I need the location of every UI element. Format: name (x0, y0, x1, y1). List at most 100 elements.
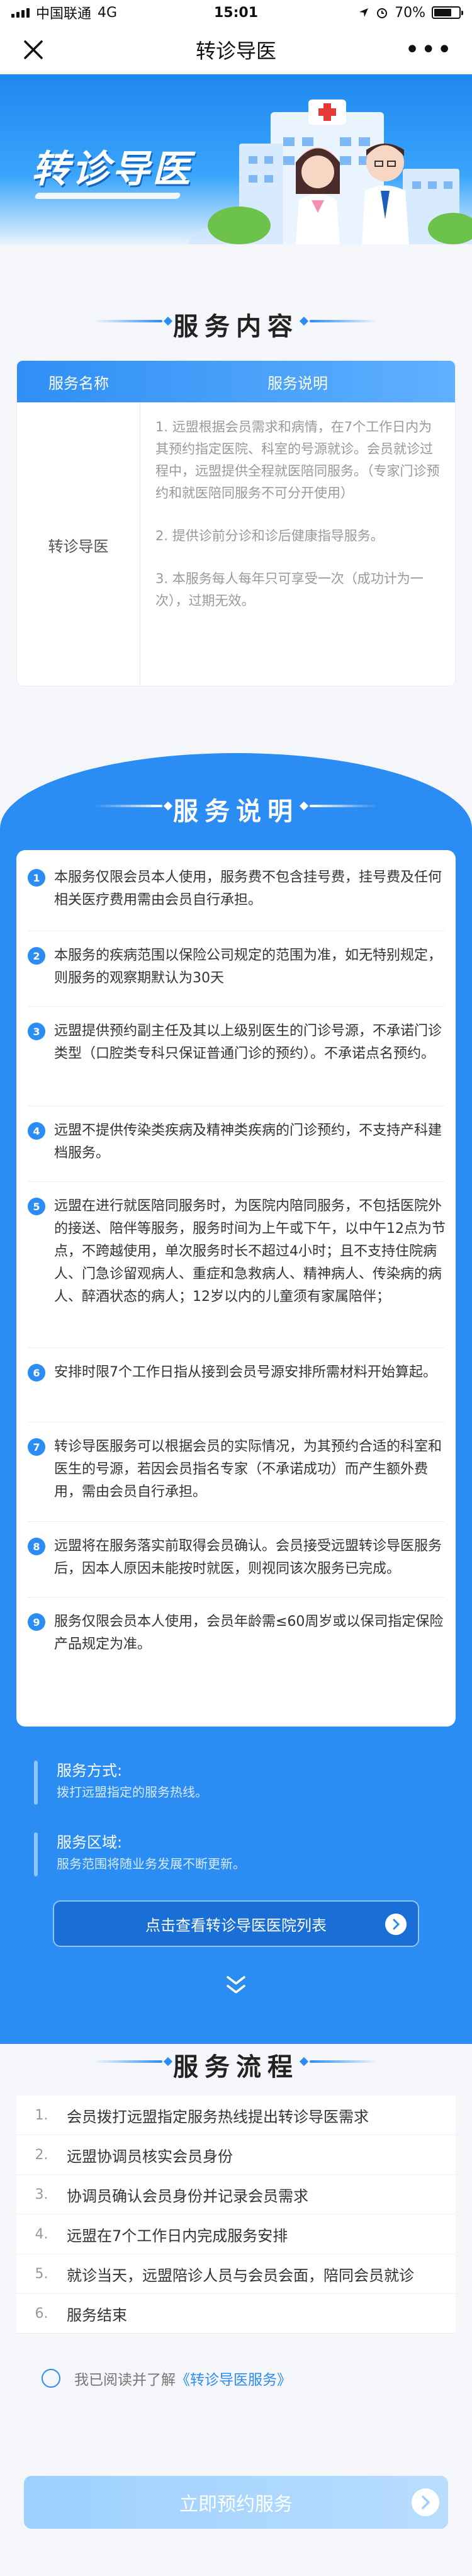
agreement-link[interactable]: 《转诊导医服务》 (176, 2368, 291, 2389)
divider (28, 1521, 444, 1522)
signal-icon (11, 8, 30, 18)
info-accent-bar (34, 1832, 38, 1876)
heading-line-right (310, 2060, 378, 2063)
service-area-value: 服务范围将随业务发展不断更新。 (57, 1856, 245, 1871)
note-text: 本服务仅限会员本人使用，服务费不包含挂号费，挂号费及任何相关医疗费用需由会员自行… (54, 870, 442, 908)
note-number-badge: 5 (28, 1198, 45, 1215)
step-text: 会员拨打远盟指定服务热线提出转诊导医需求 (67, 2108, 369, 2126)
battery-icon (432, 6, 463, 19)
book-service-button-label: 立即预约服务 (179, 2494, 293, 2516)
step-number: 5. (35, 2266, 48, 2282)
note-text: 服务仅限会员本人使用，会员年龄需≤60周岁或以保司指定保险产品规定为准。 (54, 1614, 444, 1652)
agreement-checkbox[interactable] (42, 2369, 60, 2388)
location-icon (359, 8, 369, 17)
service-desc-line: 1. 远盟根据会员需求和病情，在7个工作日内为其预约指定医院、科室的号源就诊。会… (155, 419, 440, 501)
step-text: 服务结束 (67, 2306, 127, 2324)
page-title: 转诊导医 (195, 38, 276, 63)
note-text: 远盟不提供传染类疾病及精神类疾病的门诊预约，不支持产科建档服务。 (54, 1123, 442, 1161)
process-heading: 服务流程 (173, 2053, 299, 2082)
column-name-header: 服务名称 (48, 374, 109, 392)
list-item: 5. 就诊当天，远盟陪诊人员与会员会面，陪同会员就诊 (16, 2254, 456, 2294)
agreement-row: 我已阅读并了解 《转诊导医服务》 (42, 2368, 291, 2389)
table-header: 服务名称 服务说明 (17, 361, 455, 402)
divider (28, 1181, 444, 1182)
status-bar: 中国联通 4G 15:01 70% (0, 0, 472, 25)
note-number-badge: 4 (28, 1122, 45, 1140)
note-number-badge: 1 (28, 869, 45, 887)
note-number-badge: 2 (28, 947, 45, 965)
service-method-label: 服务方式: (57, 1762, 123, 1779)
heading-line-right (310, 320, 378, 322)
service-desc-cell: 1. 远盟根据会员需求和病情，在7个工作日内为其预约指定医院、科室的号源就诊。会… (140, 402, 455, 686)
step-text: 远盟在7个工作日内完成服务安排 (67, 2227, 288, 2245)
divider (28, 1006, 444, 1007)
hospital-list-button[interactable]: 点击查看转诊导医医院列表 (53, 1900, 419, 1947)
list-item: 6. 服务结束 (16, 2294, 456, 2334)
hospital-list-button-label: 点击查看转诊导医医院列表 (145, 1916, 327, 1934)
service-content-heading: 服务内容 (173, 312, 299, 341)
service-content-table: 服务名称 服务说明 转诊导医 1. 远盟根据会员需求和病情，在7个工作日内为其预… (16, 360, 456, 686)
note-item: 7 转诊导医服务可以根据会员的实际情况，为其预约合适的科室和医生的号源，若因会员指… (28, 1436, 446, 1504)
network-label: 4G (98, 4, 118, 21)
service-name-cell: 转诊导医 (17, 402, 140, 686)
nav-bar: 转诊导医 ••• (0, 25, 472, 74)
note-item: 6 安排时限7个工作日指从接到会员号源安排所需材料开始算起。 (28, 1361, 446, 1384)
note-number-badge: 8 (28, 1538, 45, 1555)
note-text: 本服务的疾病范围以保险公司规定的范围为准，如无特别规定，则服务的观察期默认为30… (54, 948, 442, 986)
list-item: 1. 会员拨打远盟指定服务热线提出转诊导医需求 (16, 2096, 456, 2135)
note-number-badge: 7 (28, 1438, 45, 1456)
note-item: 9 服务仅限会员本人使用，会员年龄需≤60周岁或以保司指定保险产品规定为准。 (28, 1611, 446, 1656)
book-service-button[interactable]: 立即预约服务 (24, 2476, 448, 2529)
step-text: 远盟协调员核实会员身份 (67, 2147, 233, 2165)
banner-title: 转诊导医 (31, 147, 193, 191)
step-text: 就诊当天，远盟陪诊人员与会员会面，陪同会员就诊 (67, 2266, 414, 2284)
step-number: 3. (35, 2186, 48, 2203)
note-text: 远盟提供预约副主任及其以上级别医生的门诊号源，不承诺门诊类型（口腔类专科只保证普… (54, 1023, 442, 1062)
column-desc-header: 服务说明 (267, 374, 328, 392)
note-text: 安排时限7个工作日指从接到会员号源安排所需材料开始算起。 (54, 1365, 437, 1380)
banner-underline (34, 193, 181, 199)
service-notes-card: 1 本服务仅限会员本人使用，服务费不包含挂号费，挂号费及任何相关医疗费用需由会员自… (16, 850, 456, 1727)
step-number: 1. (35, 2107, 48, 2123)
list-item: 4. 远盟在7个工作日内完成服务安排 (16, 2215, 456, 2254)
chevron-right-icon (412, 2488, 439, 2516)
note-text: 转诊导医服务可以根据会员的实际情况，为其预约合适的科室和医生的号源，若因会员指名… (54, 1439, 442, 1500)
service-method-value: 拨打远盟指定的服务热线。 (57, 1784, 208, 1800)
note-number-badge: 9 (28, 1613, 45, 1631)
chevron-right-icon (385, 1914, 407, 1935)
note-item: 8 远盟将在服务落实前取得会员确认。会员接受远盟转诊导医服务后，因本人原因未能按时… (28, 1535, 446, 1580)
note-number-badge: 3 (28, 1023, 45, 1040)
note-number-badge: 6 (28, 1364, 45, 1382)
service-desc-line: 2. 提供诊前分诊和诊后健康指导服务。 (155, 528, 384, 543)
service-notes-heading: 服务说明 (173, 797, 299, 826)
alarm-icon (377, 8, 388, 18)
table-row: 转诊导医 1. 远盟根据会员需求和病情，在7个工作日内为其预约指定医院、科室的号… (17, 402, 455, 686)
double-chevron-down-icon (227, 1976, 245, 1994)
note-item: 3 远盟提供预约副主任及其以上级别医生的门诊号源，不承诺门诊类型（口腔类专科只保证… (28, 1020, 446, 1065)
process-list: 1. 会员拨打远盟指定服务热线提出转诊导医需求 2. 远盟协调员核实会员身份 3. 协… (16, 2096, 456, 2334)
service-area-label: 服务区域: (57, 1834, 123, 1851)
service-area: 服务区域: 服务范围将随业务发展不断更新。 (57, 1831, 245, 1874)
service-desc-line: 3. 本服务每人每年只可享受一次（成功计为一次），过期无效。 (155, 571, 424, 608)
step-text: 协调员确认会员身份并记录会员需求 (67, 2187, 308, 2205)
info-accent-bar (34, 1761, 38, 1805)
service-method: 服务方式: 拨打远盟指定的服务热线。 (57, 1759, 208, 1802)
note-text: 远盟在进行就医陪同服务时，为医院内陪同服务，不包括医院外的接送、陪伴等服务，服务… (54, 1198, 446, 1305)
banner: 转诊导医 (0, 74, 472, 244)
note-text: 远盟将在服务落实前取得会员确认。会员接受远盟转诊导医服务后，因本人原因未能按时就… (54, 1538, 442, 1577)
heading-line-right (310, 805, 378, 807)
step-number: 2. (35, 2147, 48, 2163)
battery-percent: 70% (395, 4, 425, 21)
carrier-label: 中国联通 (36, 6, 92, 22)
close-icon[interactable] (21, 38, 45, 62)
step-number: 4. (35, 2226, 48, 2242)
step-number: 6. (35, 2305, 48, 2322)
note-item: 5 远盟在进行就医陪同服务时，为医院内陪同服务，不包括医院外的接送、陪伴等服务，服… (28, 1195, 446, 1308)
note-item: 2 本服务的疾病范围以保险公司规定的范围为准，如无特别规定，则服务的观察期默认为3… (28, 945, 446, 990)
list-item: 2. 远盟协调员核实会员身份 (16, 2135, 456, 2175)
note-item: 4 远盟不提供传染类疾病及精神类疾病的门诊预约，不支持产科建档服务。 (28, 1120, 446, 1165)
list-item: 3. 协调员确认会员身份并记录会员需求 (16, 2175, 456, 2215)
agreement-text: 我已阅读并了解 (74, 2372, 176, 2388)
note-item: 1 本服务仅限会员本人使用，服务费不包含挂号费，挂号费及任何相关医疗费用需由会员自… (28, 866, 446, 912)
more-icon[interactable]: ••• (405, 37, 453, 62)
